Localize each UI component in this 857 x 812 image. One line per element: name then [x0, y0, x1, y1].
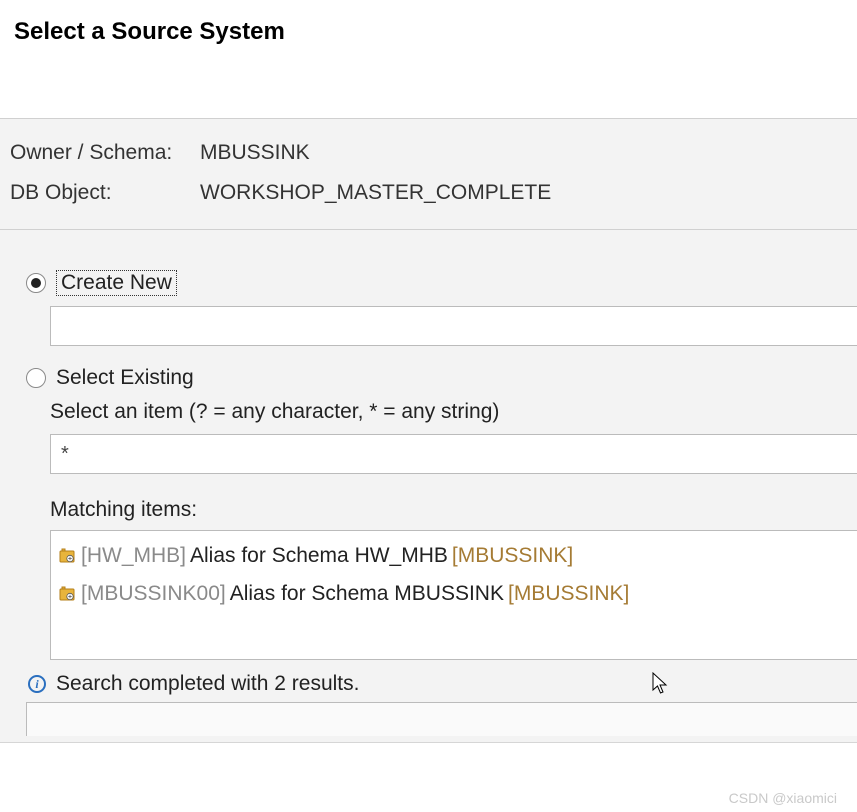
db-object-row: DB Object: WORKSHOP_MASTER_COMPLETE [10, 173, 847, 213]
owner-schema-value: MBUSSINK [200, 141, 310, 165]
create-new-input[interactable] [50, 306, 857, 346]
watermark: CSDN @xiaomici [729, 790, 837, 806]
list-item[interactable]: [MBUSSINK00] Alias for Schema MBUSSINK [… [59, 575, 849, 613]
radio-select-existing[interactable]: Select Existing [26, 366, 857, 390]
item-desc: Alias for Schema MBUSSINK [230, 575, 504, 613]
list-item[interactable]: [HW_MHB] Alias for Schema HW_MHB [MBUSSI… [59, 537, 849, 575]
matching-items-label: Matching items: [50, 498, 857, 522]
radio-icon [26, 273, 46, 293]
matching-items-list[interactable]: [HW_MHB] Alias for Schema HW_MHB [MBUSSI… [50, 530, 857, 660]
radio-select-existing-label: Select Existing [56, 366, 194, 390]
item-code: [HW_MHB] [81, 537, 186, 575]
db-object-value: WORKSHOP_MASTER_COMPLETE [200, 181, 551, 205]
owner-schema-label: Owner / Schema: [10, 141, 200, 165]
package-icon [59, 586, 75, 602]
radio-icon [26, 368, 46, 388]
radio-create-new-label: Create New [56, 270, 177, 296]
item-code: [MBUSSINK00] [81, 575, 226, 613]
bottom-input[interactable] [26, 702, 857, 736]
search-hint: Select an item (? = any character, * = a… [50, 400, 857, 424]
info-section: Owner / Schema: MBUSSINK DB Object: WORK… [0, 118, 857, 230]
radio-create-new[interactable]: Create New [26, 270, 857, 296]
package-icon [59, 548, 75, 564]
form-section: Create New Select Existing Select an ite… [0, 230, 857, 743]
status-text: Search completed with 2 results. [56, 672, 359, 696]
status-row: i Search completed with 2 results. [26, 662, 857, 702]
search-input[interactable] [50, 434, 857, 474]
db-object-label: DB Object: [10, 181, 200, 205]
item-owner: [MBUSSINK] [508, 575, 629, 613]
item-owner: [MBUSSINK] [452, 537, 573, 575]
owner-schema-row: Owner / Schema: MBUSSINK [10, 133, 847, 173]
info-icon: i [28, 675, 46, 693]
item-desc: Alias for Schema HW_MHB [190, 537, 448, 575]
page-title: Select a Source System [0, 0, 857, 46]
